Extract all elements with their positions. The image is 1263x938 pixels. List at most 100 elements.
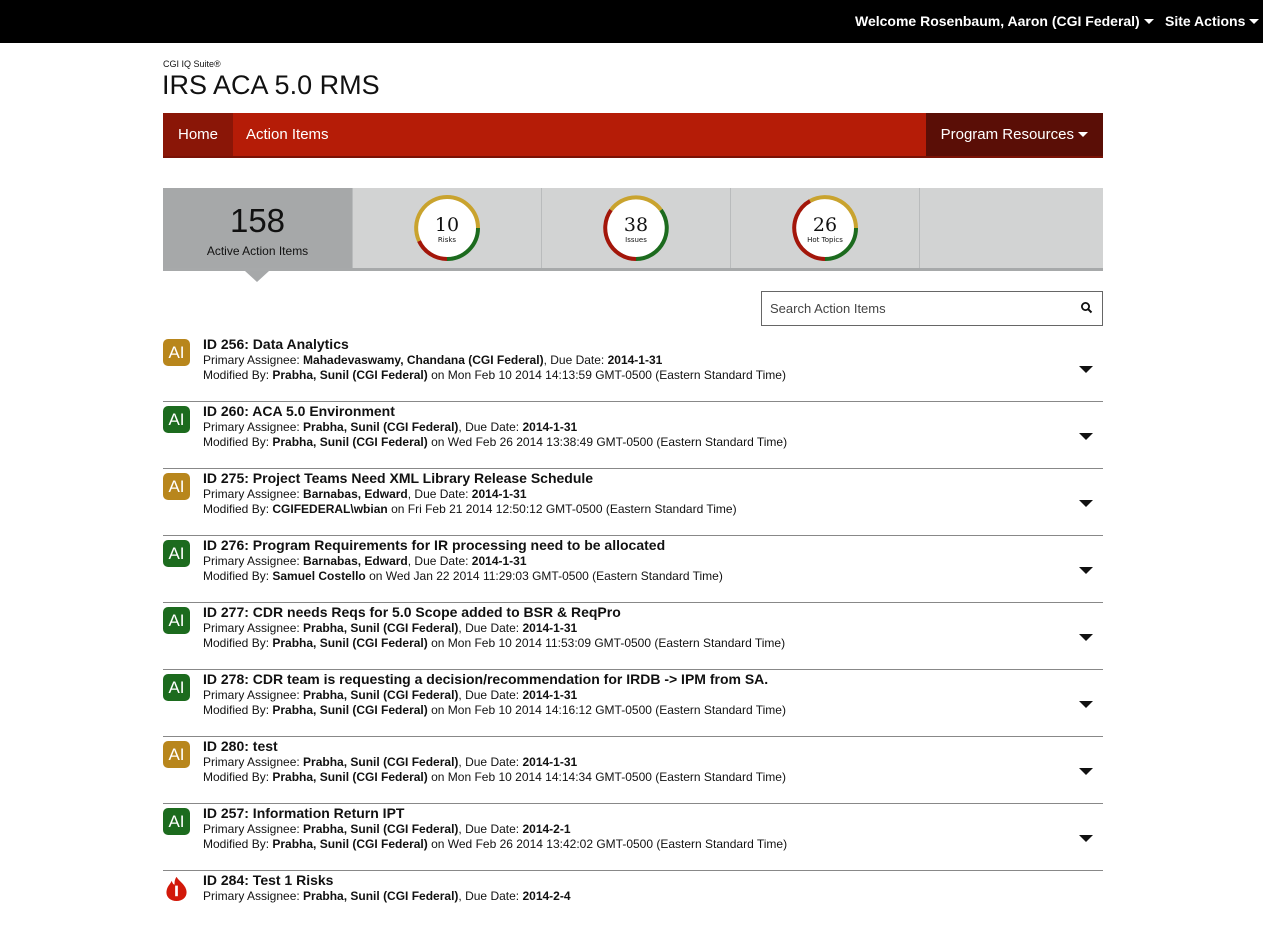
item-modified-line: Modified By: Prabha, Sunil (CGI Federal)… xyxy=(203,837,787,851)
item-title[interactable]: ID 256: Data Analytics xyxy=(203,336,349,352)
due-value: 2014-1-31 xyxy=(522,420,578,434)
assignee-label: Primary Assignee: xyxy=(203,755,300,769)
modified-by-value: Prabha, Sunil (CGI Federal) xyxy=(272,703,428,717)
item-modified-line: Modified By: Prabha, Sunil (CGI Federal)… xyxy=(203,435,787,449)
due-label: Due Date: xyxy=(465,420,520,434)
action-item-badge: AI xyxy=(163,473,190,500)
modified-label: Modified By: xyxy=(203,703,270,717)
item-assignee-line: Primary Assignee: Barnabas, Edward, Due … xyxy=(203,554,527,568)
item-assignee-line: Primary Assignee: Barnabas, Edward, Due … xyxy=(203,487,527,501)
issues-tile[interactable]: 38 Issues xyxy=(541,188,730,268)
action-item-badge: AI xyxy=(163,339,190,366)
list-item: AI ID 280: test Primary Assignee: Prabha… xyxy=(163,737,1103,804)
assignee-label: Primary Assignee: xyxy=(203,487,300,501)
risk-flame-icon xyxy=(166,876,187,902)
modified-on-value: on Fri Feb 21 2014 12:50:12 GMT-0500 (Ea… xyxy=(391,502,737,516)
issues-gauge: 38 Issues xyxy=(603,195,669,261)
list-item: AI ID 257: Information Return IPT Primar… xyxy=(163,804,1103,871)
site-actions-label: Site Actions xyxy=(1165,13,1246,29)
welcome-label: Welcome Rosenbaum, Aaron (CGI Federal) xyxy=(855,13,1140,29)
issues-count: 38 xyxy=(624,214,648,236)
hot-topics-label: Hot Topics xyxy=(807,236,843,244)
expand-arrow-icon[interactable] xyxy=(1079,634,1093,641)
risks-tile[interactable]: 10 Risks xyxy=(352,188,541,268)
nav-program-resources-label: Program Resources xyxy=(940,126,1074,143)
expand-arrow-icon[interactable] xyxy=(1079,835,1093,842)
due-value: 2014-1-31 xyxy=(471,487,527,501)
item-title[interactable]: ID 257: Information Return IPT xyxy=(203,805,404,821)
item-modified-line: Modified By: Samuel Costello on Wed Jan … xyxy=(203,569,723,583)
list-item: AI ID 275: Project Teams Need XML Librar… xyxy=(163,469,1103,536)
due-value: 2014-1-31 xyxy=(522,688,578,702)
assignee-label: Primary Assignee: xyxy=(203,420,300,434)
item-title[interactable]: ID 260: ACA 5.0 Environment xyxy=(203,403,395,419)
item-title[interactable]: ID 276: Program Requirements for IR proc… xyxy=(203,537,665,553)
search-icon[interactable] xyxy=(1080,301,1094,315)
assignee-label: Primary Assignee: xyxy=(203,688,300,702)
due-label: Due Date: xyxy=(465,755,520,769)
due-label: Due Date: xyxy=(465,889,520,903)
page-title: IRS ACA 5.0 RMS xyxy=(162,70,380,100)
modified-by-value: Prabha, Sunil (CGI Federal) xyxy=(272,837,428,851)
site-actions-menu[interactable]: Site Actions xyxy=(1165,13,1260,29)
list-item: AI ID 276: Program Requirements for IR p… xyxy=(163,536,1103,603)
assignee-label: Primary Assignee: xyxy=(203,353,300,367)
due-value: 2014-2-1 xyxy=(522,822,571,836)
item-modified-line: Modified By: Prabha, Sunil (CGI Federal)… xyxy=(203,636,785,650)
assignee-value: Prabha, Sunil (CGI Federal) xyxy=(303,755,459,769)
item-assignee-line: Primary Assignee: Prabha, Sunil (CGI Fed… xyxy=(203,755,578,769)
assignee-value: Mahadevaswamy, Chandana (CGI Federal) xyxy=(303,353,544,367)
item-title[interactable]: ID 284: Test 1 Risks xyxy=(203,872,333,888)
action-item-badge: AI xyxy=(163,741,190,768)
risks-label: Risks xyxy=(438,236,457,244)
expand-arrow-icon[interactable] xyxy=(1079,567,1093,574)
expand-arrow-icon[interactable] xyxy=(1079,433,1093,440)
item-assignee-line: Primary Assignee: Prabha, Sunil (CGI Fed… xyxy=(203,822,571,836)
modified-label: Modified By: xyxy=(203,569,270,583)
action-item-badge: AI xyxy=(163,607,190,634)
item-title[interactable]: ID 278: CDR team is requesting a decisio… xyxy=(203,671,768,687)
active-action-items-tile[interactable]: 158 Active Action Items xyxy=(163,188,352,268)
modified-label: Modified By: xyxy=(203,368,270,382)
modified-by-value: Prabha, Sunil (CGI Federal) xyxy=(272,770,428,784)
modified-on-value: on Mon Feb 10 2014 11:53:09 GMT-0500 (Ea… xyxy=(431,636,786,650)
active-action-items-label: Active Action Items xyxy=(206,244,309,258)
due-label: Due Date: xyxy=(465,822,520,836)
due-value: 2014-1-31 xyxy=(471,554,527,568)
assignee-value: Barnabas, Edward xyxy=(303,487,408,501)
search-box xyxy=(761,291,1103,326)
due-value: 2014-1-31 xyxy=(522,755,578,769)
item-modified-line: Modified By: CGIFEDERAL\wbian on Fri Feb… xyxy=(203,502,737,516)
hot-topics-tile[interactable]: 26 Hot Topics xyxy=(730,188,919,268)
item-title[interactable]: ID 280: test xyxy=(203,738,278,754)
nav-home[interactable]: Home xyxy=(163,113,234,156)
chevron-down-icon xyxy=(1143,19,1154,24)
item-modified-line: Modified By: Prabha, Sunil (CGI Federal)… xyxy=(203,368,786,382)
modified-on-value: on Mon Feb 10 2014 14:13:59 GMT-0500 (Ea… xyxy=(431,368,786,382)
expand-arrow-icon[interactable] xyxy=(1079,366,1093,373)
item-title[interactable]: ID 275: Project Teams Need XML Library R… xyxy=(203,470,593,486)
top-bar: Welcome Rosenbaum, Aaron (CGI Federal) S… xyxy=(0,0,1263,43)
item-assignee-line: Primary Assignee: Prabha, Sunil (CGI Fed… xyxy=(203,889,571,903)
item-title[interactable]: ID 277: CDR needs Reqs for 5.0 Scope add… xyxy=(203,604,621,620)
expand-arrow-icon[interactable] xyxy=(1079,701,1093,708)
modified-label: Modified By: xyxy=(203,837,270,851)
nav-program-resources[interactable]: Program Resources xyxy=(925,113,1103,156)
assignee-label: Primary Assignee: xyxy=(203,621,300,635)
expand-arrow-icon[interactable] xyxy=(1079,500,1093,507)
search-input[interactable] xyxy=(762,292,1062,325)
item-modified-line: Modified By: Prabha, Sunil (CGI Federal)… xyxy=(203,770,786,784)
modified-by-value: Prabha, Sunil (CGI Federal) xyxy=(272,636,428,650)
modified-on-value: on Wed Feb 26 2014 13:38:49 GMT-0500 (Ea… xyxy=(431,435,788,449)
nav-action-items[interactable]: Action Items xyxy=(231,113,344,156)
assignee-value: Prabha, Sunil (CGI Federal) xyxy=(303,688,459,702)
hot-topics-gauge: 26 Hot Topics xyxy=(792,195,858,261)
action-item-badge: AI xyxy=(163,406,190,433)
modified-by-value: Prabha, Sunil (CGI Federal) xyxy=(272,435,428,449)
expand-arrow-icon[interactable] xyxy=(1079,768,1093,775)
hot-topics-count: 26 xyxy=(813,214,837,236)
modified-on-value: on Mon Feb 10 2014 14:14:34 GMT-0500 (Ea… xyxy=(431,770,786,784)
item-assignee-line: Primary Assignee: Prabha, Sunil (CGI Fed… xyxy=(203,621,578,635)
due-label: Due Date: xyxy=(414,554,469,568)
welcome-user-menu[interactable]: Welcome Rosenbaum, Aaron (CGI Federal) xyxy=(855,13,1154,29)
